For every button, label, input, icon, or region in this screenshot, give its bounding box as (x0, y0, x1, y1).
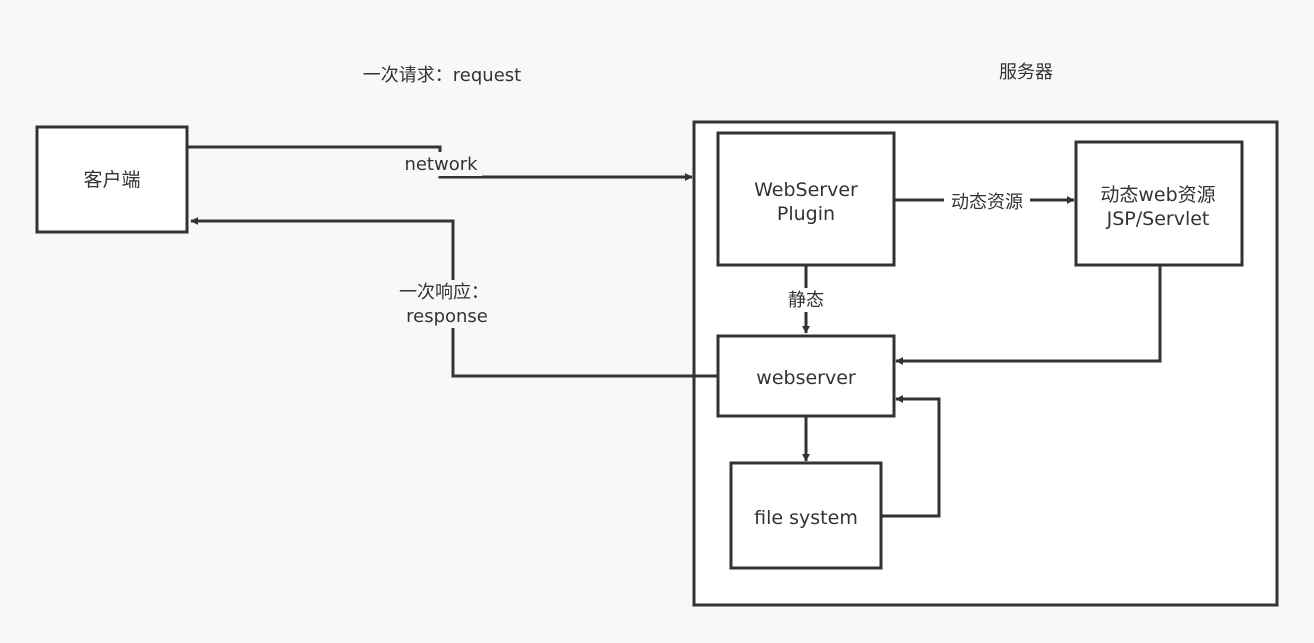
plugin-label-line2: Plugin (777, 203, 835, 225)
dynamic-resource-label-line1: 动态web资源 (1100, 184, 1215, 206)
response-label-line1: 一次响应： (399, 282, 489, 303)
plugin-label-line1: WebServer (754, 179, 858, 201)
static-edge-label: 静态 (788, 290, 824, 311)
filesystem-label: file system (754, 507, 858, 529)
request-label: 一次请求：request (363, 65, 521, 86)
network-label: network (404, 154, 478, 175)
architecture-diagram: 客户端 WebServer Plugin 动态web资源 JSP/Servlet… (35, 62, 1279, 607)
response-label-line2: response (406, 306, 488, 327)
client-label: 客户端 (83, 169, 140, 191)
webserver-label: webserver (756, 367, 856, 389)
dynamic-resource-label-line2: JSP/Servlet (1106, 208, 1210, 230)
server-title: 服务器 (999, 62, 1053, 83)
dynamic-edge-label: 动态资源 (951, 192, 1023, 213)
